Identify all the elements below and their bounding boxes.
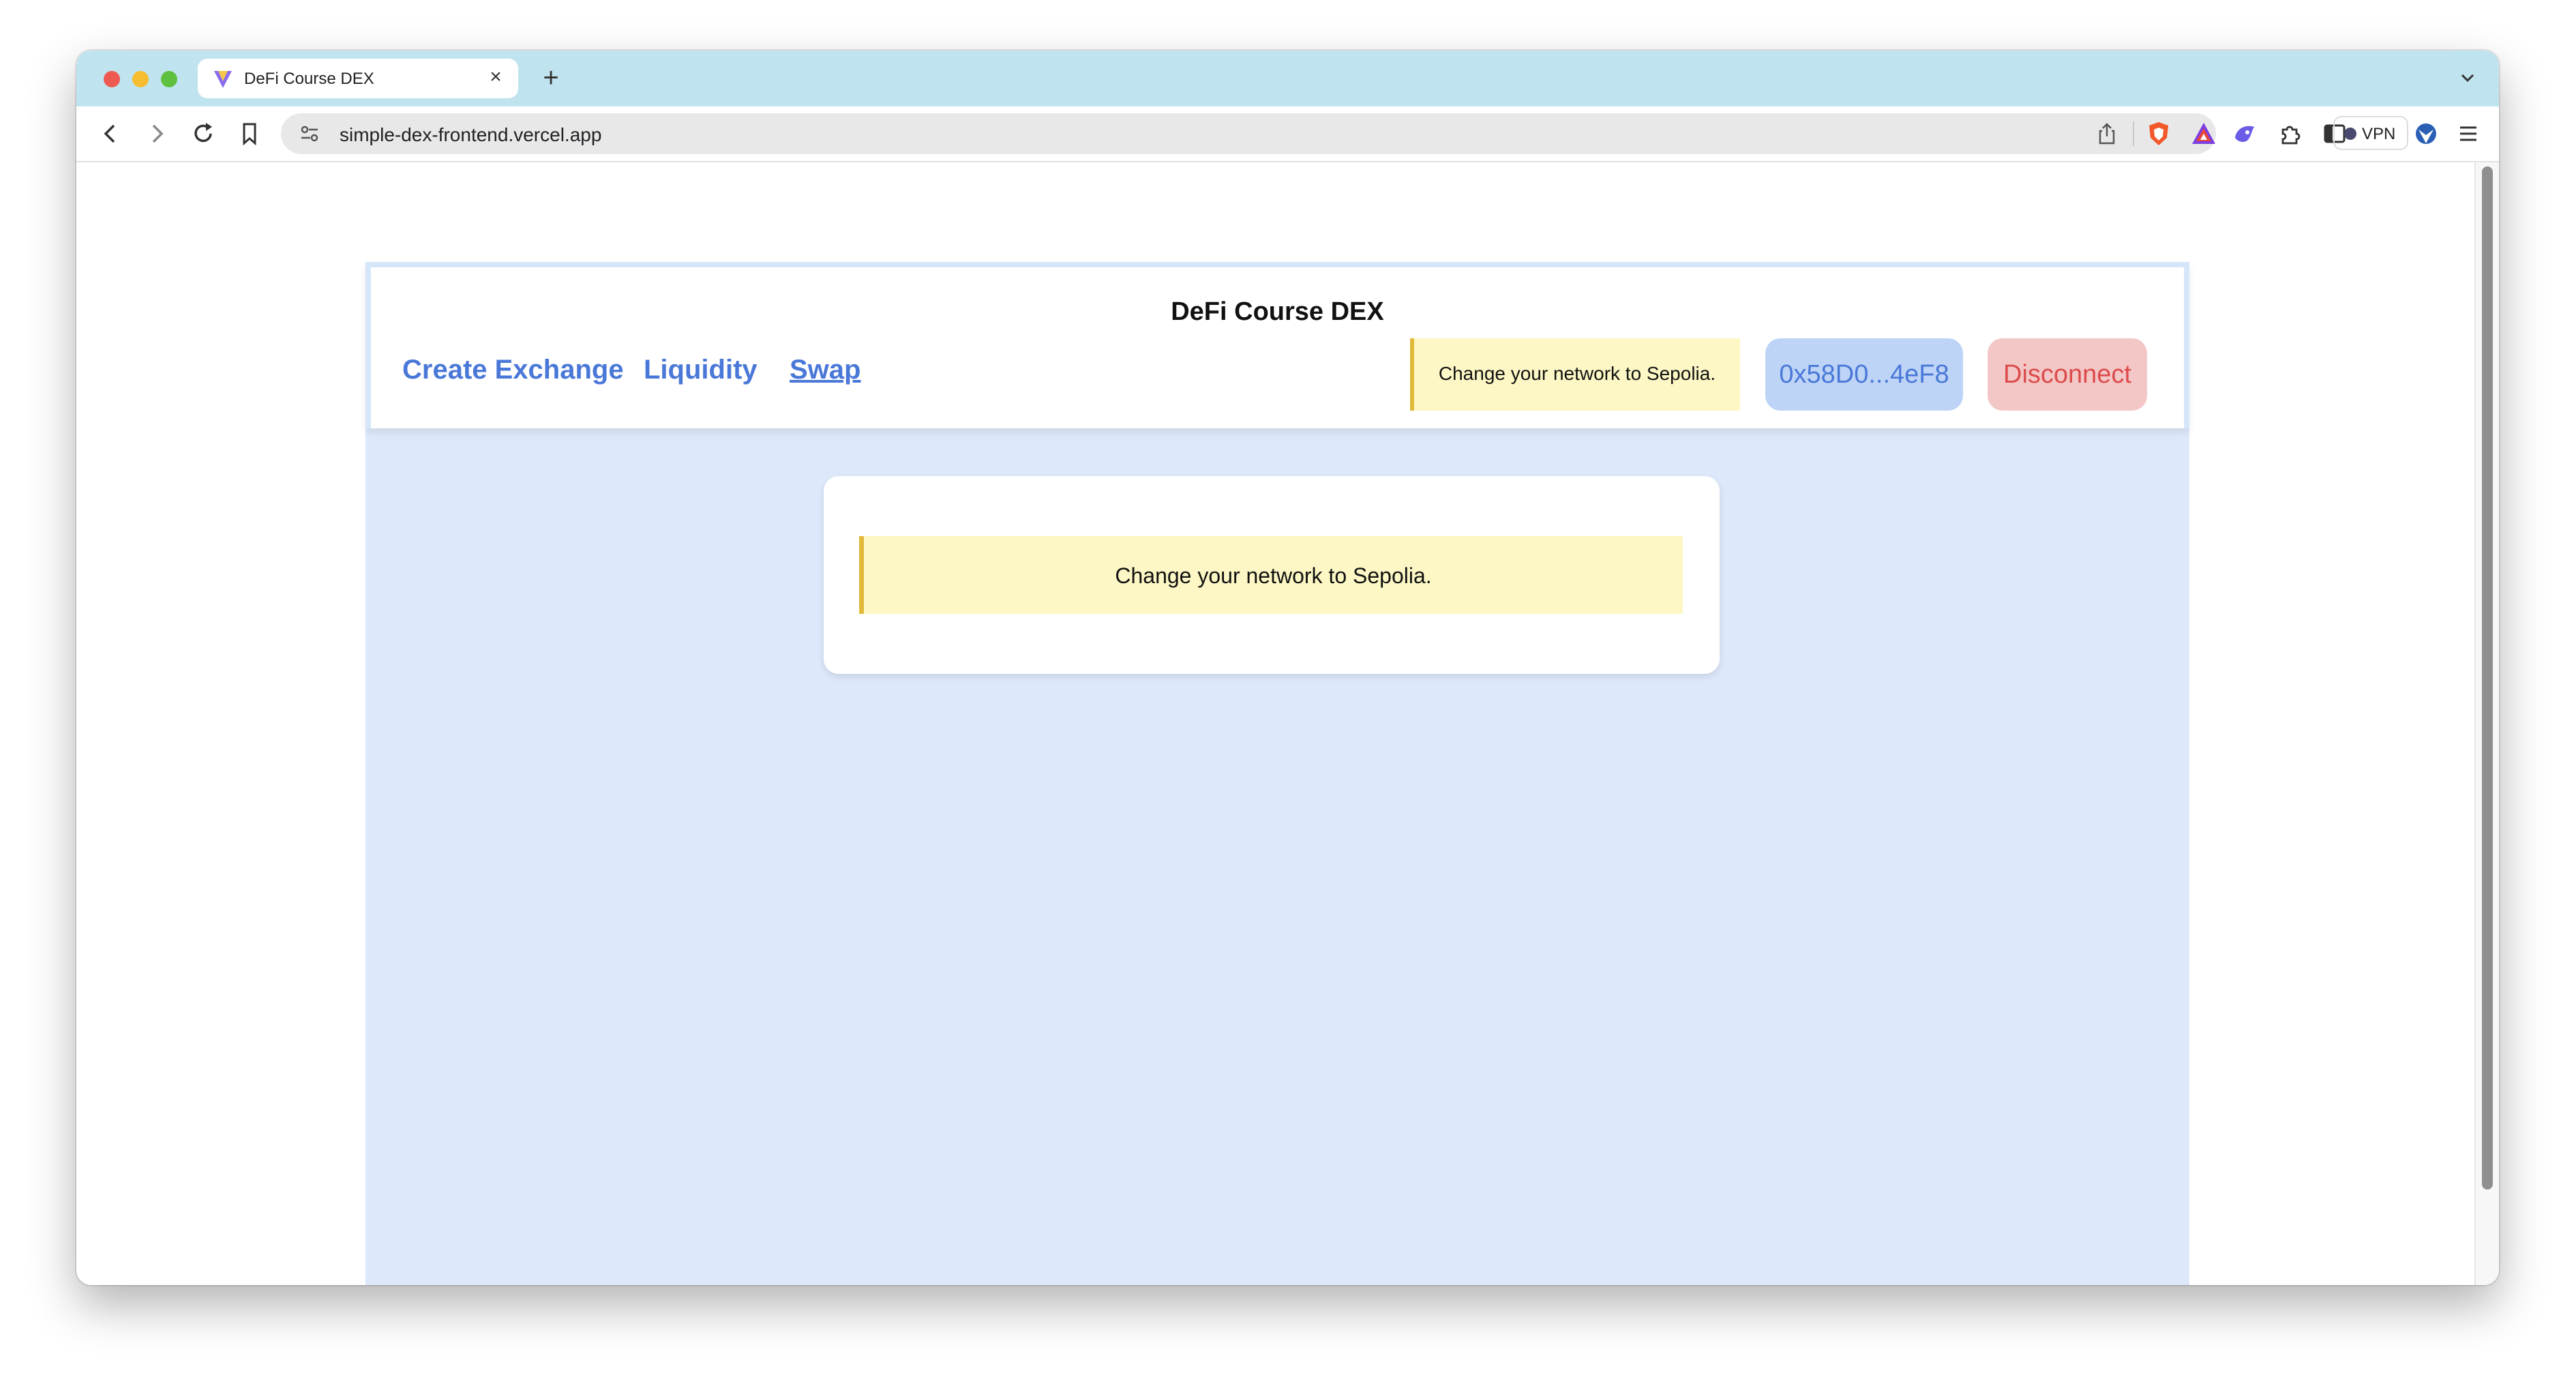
tab-strip: DeFi Course DEX × + xyxy=(76,50,2499,106)
reload-icon[interactable] xyxy=(190,120,217,147)
tab-title: DeFi Course DEX xyxy=(244,70,374,88)
app-header: DeFi Course DEX Create Exchange Liquidit… xyxy=(365,262,2189,428)
address-bar[interactable]: simple-dex-frontend.vercel.app xyxy=(281,113,2216,154)
extensions-icon[interactable] xyxy=(2276,120,2303,147)
page-title: DeFi Course DEX xyxy=(1171,297,1384,326)
vpn-icon xyxy=(2344,128,2356,140)
minimize-window-button[interactable] xyxy=(132,71,149,87)
browser-tab[interactable]: DeFi Course DEX × xyxy=(198,59,518,98)
vpn-button[interactable]: VPN xyxy=(2333,116,2408,150)
close-window-button[interactable] xyxy=(104,71,120,87)
forward-icon[interactable] xyxy=(143,120,170,147)
disconnect-button[interactable]: Disconnect xyxy=(1988,338,2147,411)
site-settings-icon[interactable] xyxy=(299,123,320,145)
bookmark-icon[interactable] xyxy=(236,120,263,147)
brave-rewards-icon[interactable] xyxy=(2190,120,2217,147)
maximize-window-button[interactable] xyxy=(161,71,177,87)
page-scrollbar[interactable] xyxy=(2474,162,2499,1285)
header-network-alert-text: Change your network to Sepolia. xyxy=(1438,363,1716,384)
new-tab-button[interactable]: + xyxy=(537,64,565,91)
address-bar-divider xyxy=(2133,121,2134,146)
nav-create-exchange[interactable]: Create Exchange xyxy=(402,355,624,385)
tab-close-icon[interactable]: × xyxy=(485,67,506,87)
header-network-alert: Change your network to Sepolia. xyxy=(1410,338,1740,411)
scrollbar-thumb[interactable] xyxy=(2482,166,2493,1190)
tab-search-chevron-icon[interactable] xyxy=(2455,65,2480,90)
share-icon[interactable] xyxy=(2095,121,2119,146)
browser-window: DeFi Course DEX × + simple-dex-frontend.… xyxy=(76,50,2499,1285)
nav-swap[interactable]: Swap xyxy=(790,355,860,385)
vpn-label: VPN xyxy=(2362,125,2396,143)
leo-ai-icon[interactable] xyxy=(2231,120,2258,147)
menu-icon[interactable] xyxy=(2455,120,2482,147)
page-viewport: DeFi Course DEX Create Exchange Liquidit… xyxy=(76,162,2499,1285)
brave-shield-icon[interactable] xyxy=(2145,120,2172,147)
url-text: simple-dex-frontend.vercel.app xyxy=(340,124,602,145)
vite-favicon-icon xyxy=(214,71,232,88)
network-alert: Change your network to Sepolia. xyxy=(859,536,1683,614)
profile-icon[interactable] xyxy=(2412,120,2440,147)
screen: DeFi Course DEX × + simple-dex-frontend.… xyxy=(0,0,2576,1386)
account-address-button[interactable]: 0x58D0...4eF8 xyxy=(1765,338,1963,411)
dex-app: DeFi Course DEX Create Exchange Liquidit… xyxy=(365,262,2189,1285)
back-icon[interactable] xyxy=(97,120,124,147)
network-alert-text: Change your network to Sepolia. xyxy=(1115,563,1432,588)
browser-toolbar: simple-dex-frontend.vercel.app VPN xyxy=(76,106,2499,162)
main-card: Change your network to Sepolia. xyxy=(824,476,1720,674)
nav-liquidity[interactable]: Liquidity xyxy=(644,355,758,385)
